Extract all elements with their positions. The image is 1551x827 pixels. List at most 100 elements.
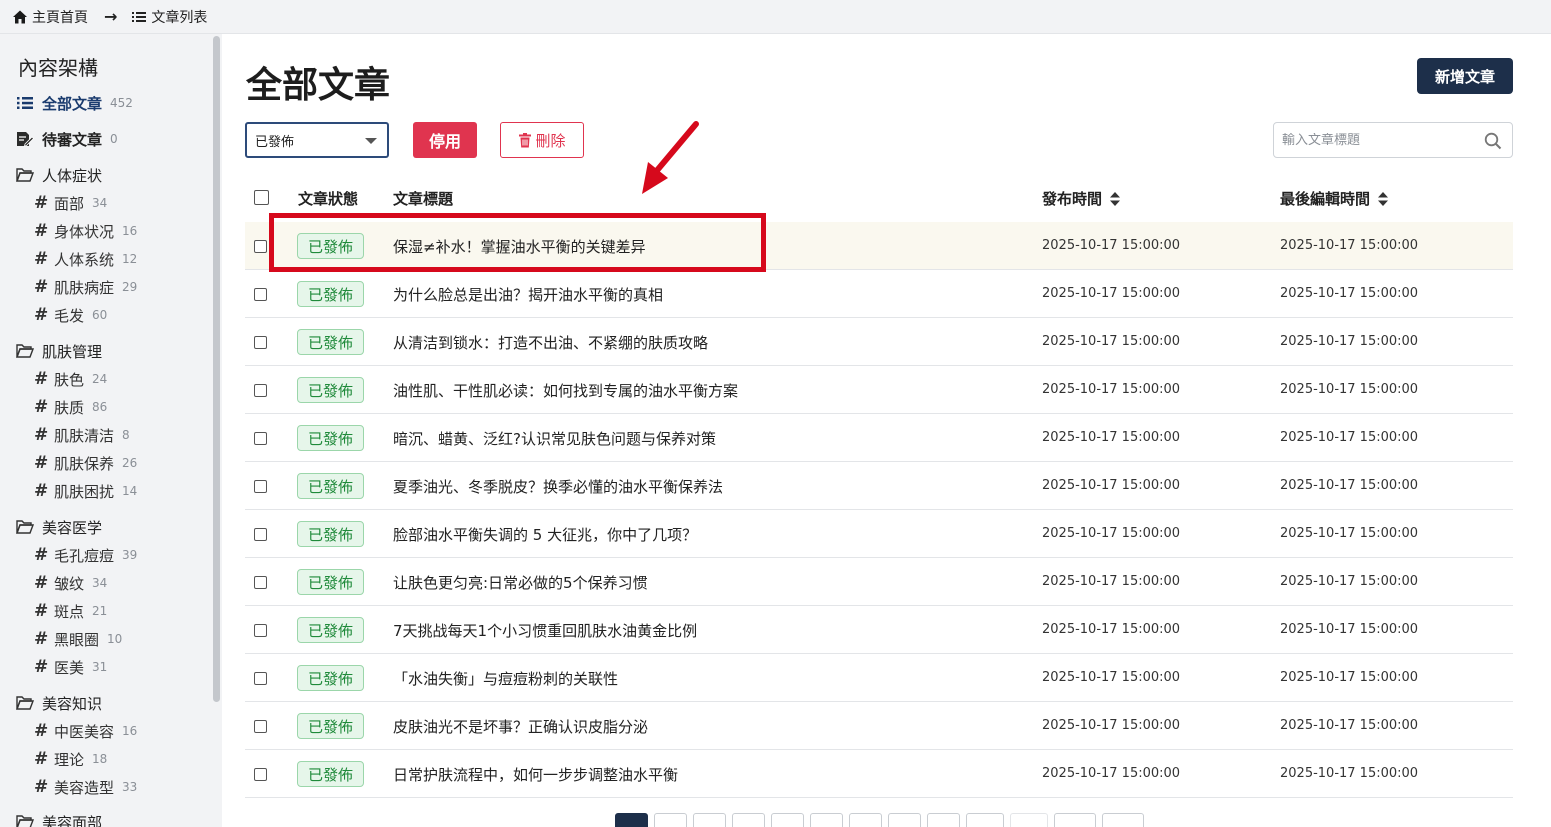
table-row[interactable]: 已發佈 暗沉、蜡黄、泛红?认识常见肤色问题与保养对策 2025-10-17 15… <box>245 414 1513 462</box>
article-title-link[interactable]: 日常护肤流程中，如何一步步调整油水平衡 <box>393 764 678 785</box>
breadcrumb-home[interactable]: 主頁首頁 <box>12 7 88 27</box>
article-title-link[interactable]: 夏季油光、冬季脱皮？换季必懂的油水平衡保养法 <box>393 476 723 497</box>
delete-button[interactable]: 刪除 <box>500 122 584 158</box>
sidebar-tag-item[interactable]: # 毛孔痘痘 39 <box>34 543 137 567</box>
column-header-edited[interactable]: 最後編輯時間 <box>1280 188 1389 209</box>
status-select[interactable]: 已發佈 <box>245 122 389 158</box>
published-time: 2025-10-17 15:00:00 <box>1042 238 1181 253</box>
page-button[interactable] <box>1102 813 1144 827</box>
count-badge: 14 <box>122 484 138 498</box>
edited-time: 2025-10-17 15:00:00 <box>1280 286 1419 301</box>
sidebar-tag-item[interactable]: # 皱纹 34 <box>34 571 107 595</box>
sidebar-tag-item[interactable]: # 美容造型 33 <box>34 775 137 799</box>
article-title-link[interactable]: 为什么脸总是出油？揭开油水平衡的真相 <box>393 284 663 305</box>
select-all-checkbox[interactable] <box>254 190 269 205</box>
row-checkbox[interactable] <box>254 720 267 733</box>
table-row[interactable]: 已發佈 油性肌、干性肌必读：如何找到专属的油水平衡方案 2025-10-17 1… <box>245 366 1513 414</box>
search-input[interactable] <box>1282 132 1478 148</box>
sidebar-tag-item[interactable]: # 肤色 24 <box>34 367 107 391</box>
sidebar-tag-item[interactable]: # 斑点 21 <box>34 599 107 623</box>
sidebar-tag-item[interactable]: # 肌肤清洁 8 <box>34 423 130 447</box>
row-checkbox[interactable] <box>254 432 267 445</box>
sidebar-title: 內容架構 <box>18 56 98 80</box>
row-checkbox[interactable] <box>254 336 267 349</box>
edited-time: 2025-10-17 15:00:00 <box>1280 766 1419 781</box>
row-checkbox[interactable] <box>254 528 267 541</box>
table-row[interactable]: 已發佈 「水油失衡」与痘痘粉刺的关联性 2025-10-17 15:00:00 … <box>245 654 1513 702</box>
new-article-button[interactable]: 新增文章 <box>1417 58 1513 94</box>
search-icon[interactable] <box>1484 132 1502 150</box>
row-checkbox[interactable] <box>254 240 267 253</box>
sidebar-group-skin-management[interactable]: 肌肤管理 <box>16 339 102 363</box>
page-button[interactable] <box>927 813 960 827</box>
row-checkbox[interactable] <box>254 624 267 637</box>
row-checkbox[interactable] <box>254 768 267 781</box>
sidebar-scrollbar[interactable] <box>213 36 220 702</box>
row-checkbox[interactable] <box>254 384 267 397</box>
table-row[interactable]: 已發佈 为什么脸总是出油？揭开油水平衡的真相 2025-10-17 15:00:… <box>245 270 1513 318</box>
page-button[interactable] <box>966 813 1004 827</box>
search-box <box>1273 122 1513 158</box>
page-button[interactable] <box>771 813 804 827</box>
sidebar-item-pending-articles[interactable]: 待審文章 0 <box>16 127 118 151</box>
column-header-published[interactable]: 發布時間 <box>1042 188 1121 209</box>
breadcrumb-home-label: 主頁首頁 <box>32 9 88 26</box>
article-title-link[interactable]: 7天挑战每天1个小习惯重回肌肤水油黄金比例 <box>393 620 697 641</box>
column-header-status: 文章狀態 <box>298 190 359 208</box>
hash-icon: # <box>34 777 49 797</box>
table-row[interactable]: 已發佈 从清洁到锁水：打造不出油、不紧绷的肤质攻略 2025-10-17 15:… <box>245 318 1513 366</box>
sidebar-tag-item[interactable]: # 肌肤困扰 14 <box>34 479 137 503</box>
sidebar-group-aesthetic-medicine[interactable]: 美容医学 <box>16 515 102 539</box>
published-time: 2025-10-17 15:00:00 <box>1042 526 1181 541</box>
article-title-link[interactable]: 「水油失衡」与痘痘粉刺的关联性 <box>393 668 618 689</box>
page-button[interactable] <box>1010 813 1048 827</box>
page-button[interactable] <box>810 813 843 827</box>
table-row[interactable]: 已發佈 脸部油水平衡失调的 5 大征兆，你中了几项？ 2025-10-17 15… <box>245 510 1513 558</box>
article-title-link[interactable]: 皮肤油光不是坏事？正确认识皮脂分泌 <box>393 716 648 737</box>
page-button[interactable] <box>732 813 765 827</box>
page-button[interactable] <box>888 813 921 827</box>
sidebar-tag-item[interactable]: # 人体系统 12 <box>34 247 137 271</box>
tag-label: 毛发 <box>54 306 85 325</box>
sidebar-group-symptoms[interactable]: 人体症状 <box>16 163 102 187</box>
sidebar-group-beauty-face[interactable]: 美容面部 <box>16 810 102 827</box>
sidebar-tag-item[interactable]: # 毛发 60 <box>34 303 107 327</box>
sidebar-tag-item[interactable]: # 身体状况 16 <box>34 219 137 243</box>
page-button[interactable] <box>615 813 648 827</box>
article-title-link[interactable]: 脸部油水平衡失调的 5 大征兆，你中了几项？ <box>393 524 697 545</box>
sidebar-tag-item[interactable]: # 面部 34 <box>34 191 107 215</box>
count-badge: 16 <box>122 724 138 738</box>
sidebar-tag-item[interactable]: # 黑眼圈 10 <box>34 627 122 651</box>
disable-button[interactable]: 停用 <box>413 122 477 158</box>
article-title-link[interactable]: 从清洁到锁水：打造不出油、不紧绷的肤质攻略 <box>393 332 708 353</box>
status-badge: 已發佈 <box>297 665 364 691</box>
page-button[interactable] <box>1054 813 1096 827</box>
status-badge: 已發佈 <box>297 473 364 499</box>
table-row[interactable]: 已發佈 皮肤油光不是坏事？正确认识皮脂分泌 2025-10-17 15:00:0… <box>245 702 1513 750</box>
count-badge: 8 <box>122 428 130 442</box>
page-button[interactable] <box>693 813 726 827</box>
row-checkbox[interactable] <box>254 672 267 685</box>
sidebar-tag-item[interactable]: # 理论 18 <box>34 747 107 771</box>
sidebar-tag-item[interactable]: # 肌肤病症 29 <box>34 275 137 299</box>
table-row[interactable]: 已發佈 夏季油光、冬季脱皮？换季必懂的油水平衡保养法 2025-10-17 15… <box>245 462 1513 510</box>
sidebar-group-beauty-knowledge[interactable]: 美容知识 <box>16 691 102 715</box>
table-row[interactable]: 已發佈 7天挑战每天1个小习惯重回肌肤水油黄金比例 2025-10-17 15:… <box>245 606 1513 654</box>
row-checkbox[interactable] <box>254 288 267 301</box>
row-checkbox[interactable] <box>254 480 267 493</box>
table-row[interactable]: 已發佈 日常护肤流程中，如何一步步调整油水平衡 2025-10-17 15:00… <box>245 750 1513 798</box>
page-button[interactable] <box>849 813 882 827</box>
count-badge: 12 <box>122 252 138 266</box>
article-title-link[interactable]: 让肤色更匀亮:日常必做的5个保养习惯 <box>393 572 648 593</box>
sidebar-tag-item[interactable]: # 医美 31 <box>34 655 107 679</box>
sidebar-tag-item[interactable]: # 肌肤保养 26 <box>34 451 137 475</box>
article-title-link[interactable]: 油性肌、干性肌必读：如何找到专属的油水平衡方案 <box>393 380 738 401</box>
sidebar-tag-item[interactable]: # 肤质 86 <box>34 395 107 419</box>
table-row[interactable]: 已發佈 让肤色更匀亮:日常必做的5个保养习惯 2025-10-17 15:00:… <box>245 558 1513 606</box>
page-button[interactable] <box>654 813 687 827</box>
sidebar-item-all-articles[interactable]: 全部文章 452 <box>16 91 133 115</box>
row-checkbox[interactable] <box>254 576 267 589</box>
folder-open-icon <box>16 813 34 827</box>
article-title-link[interactable]: 暗沉、蜡黄、泛红?认识常见肤色问题与保养对策 <box>393 428 716 449</box>
sidebar-tag-item[interactable]: # 中医美容 16 <box>34 719 137 743</box>
